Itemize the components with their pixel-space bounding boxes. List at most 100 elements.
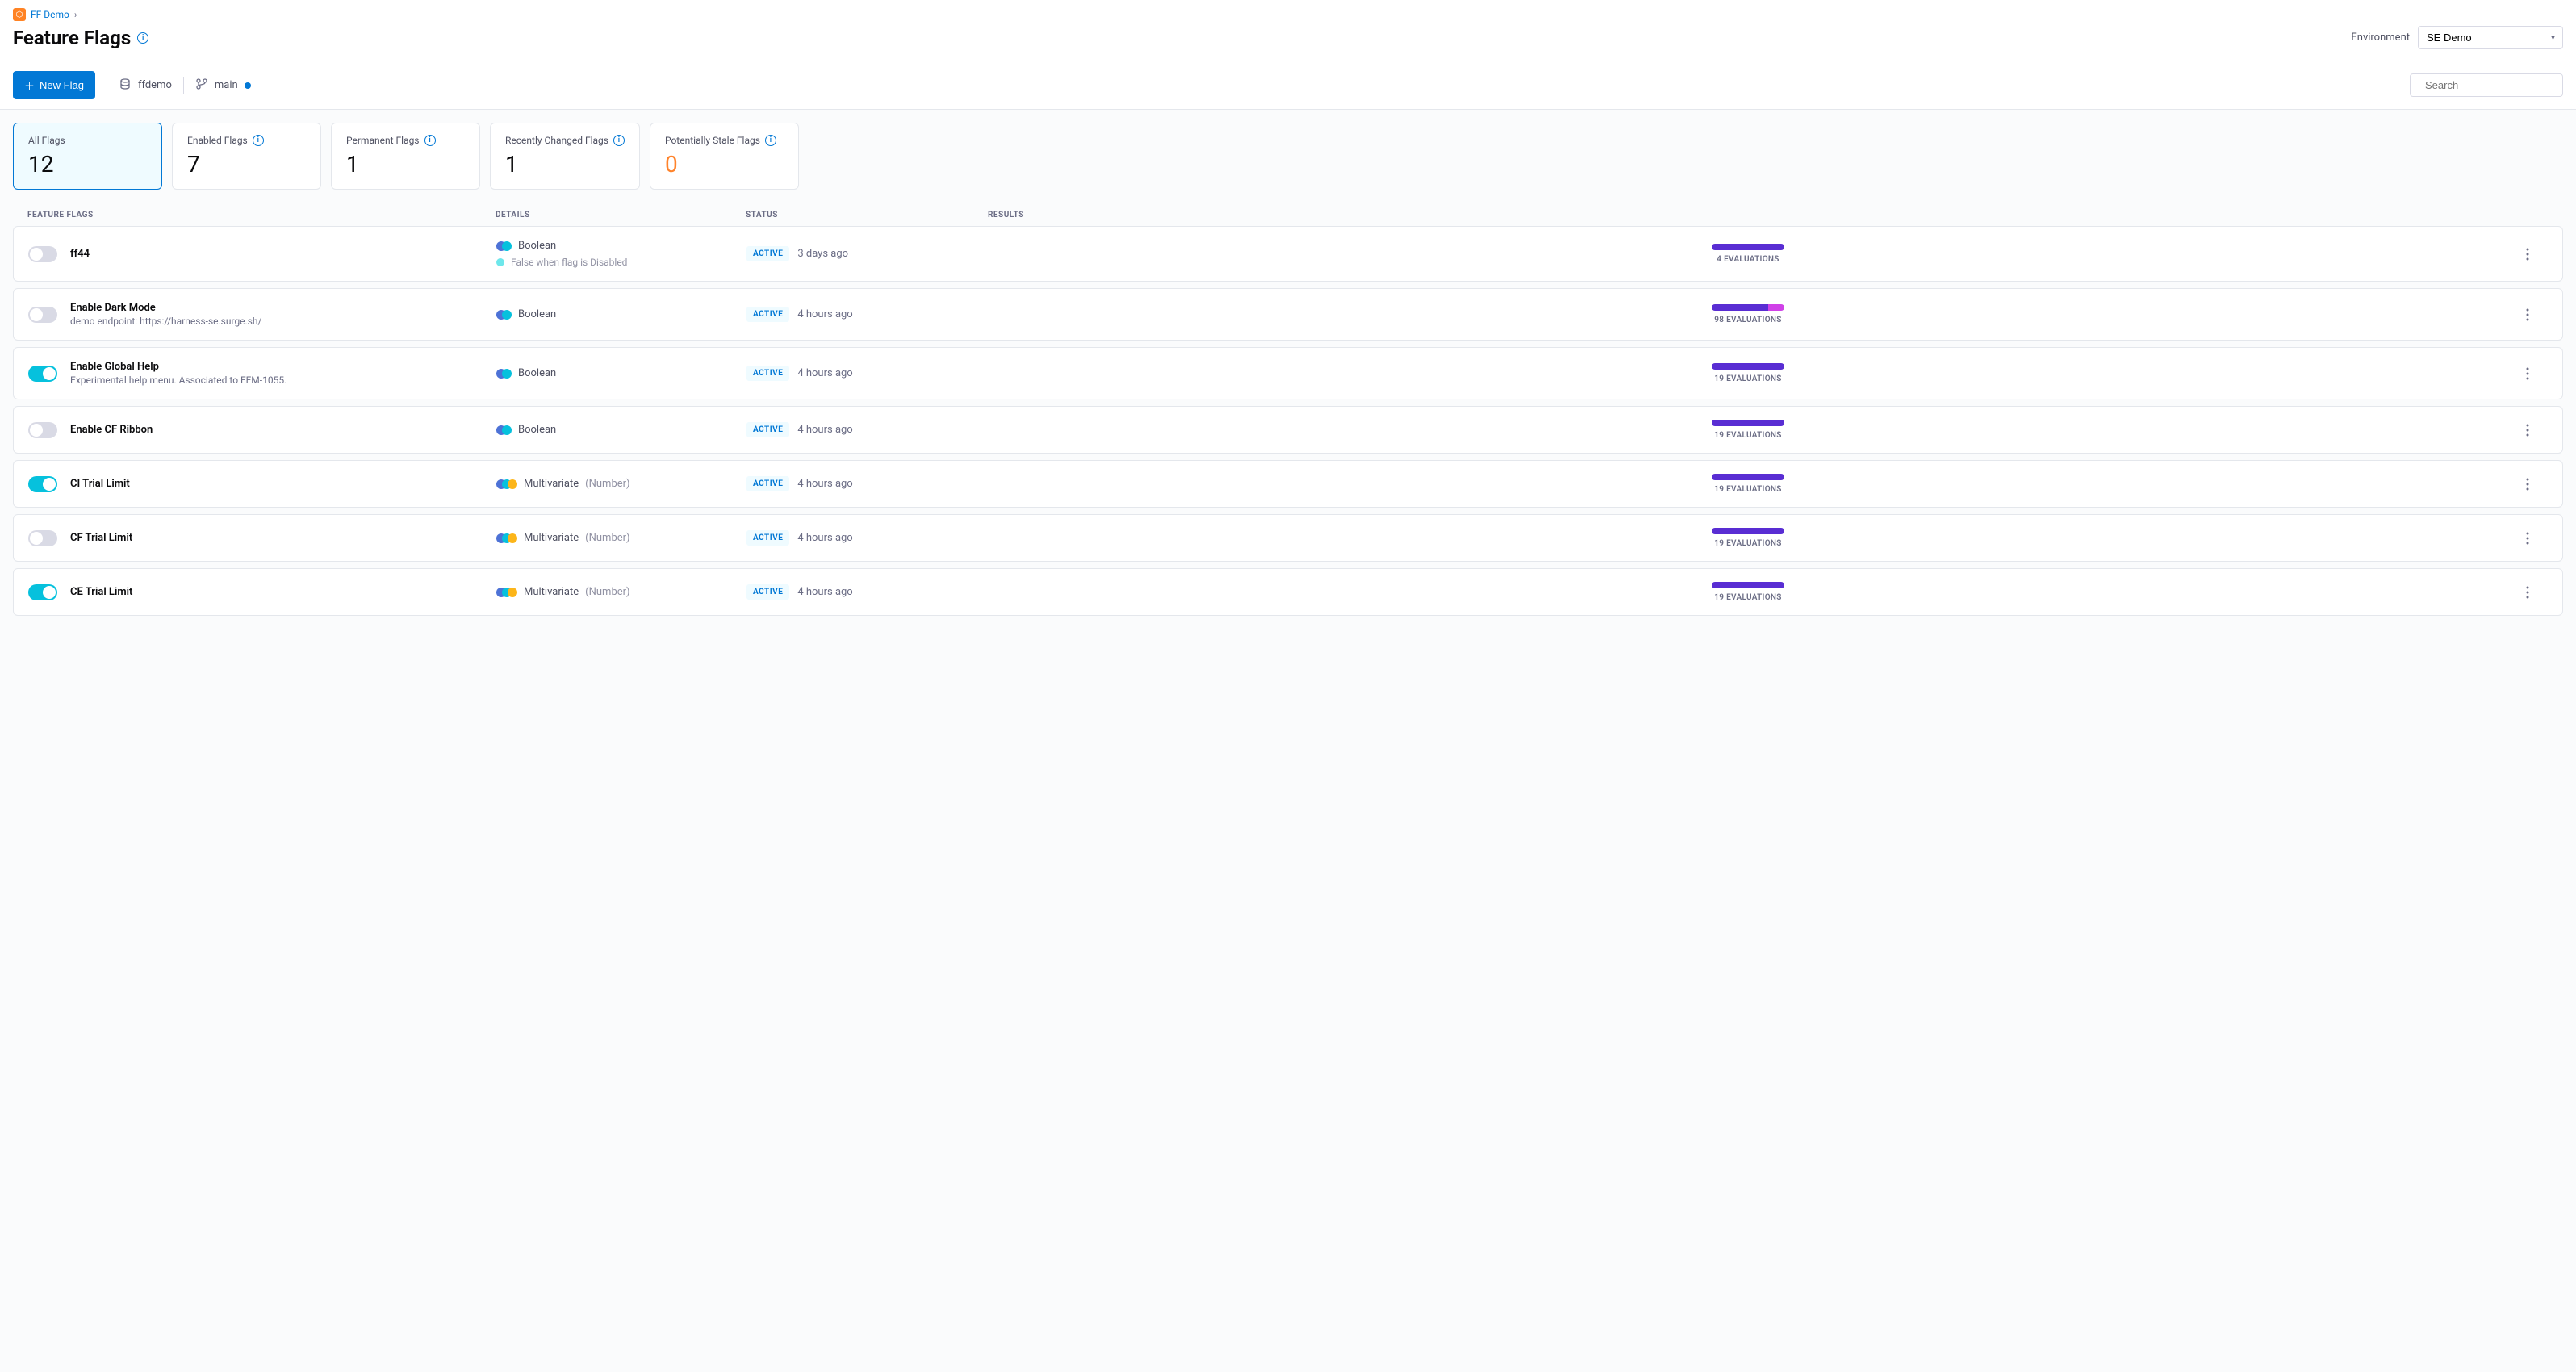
time-ago: 4 hours ago [797, 424, 852, 436]
search-input[interactable] [2425, 79, 2567, 91]
flag-type: Boolean [518, 424, 556, 436]
table-header: FEATURE FLAGS DETAILS STATUS RESULTS [13, 204, 2563, 226]
flag-row[interactable]: ff44BooleanFalse when flag is DisabledAC… [13, 226, 2563, 282]
flag-toggle[interactable] [28, 422, 57, 438]
status-dot-icon [245, 82, 251, 89]
new-flag-button[interactable]: ＋ New Flag [13, 71, 95, 99]
disabled-text: False when flag is Disabled [511, 257, 627, 268]
time-ago: 4 hours ago [797, 532, 852, 544]
multivariate-icon [496, 588, 517, 597]
results-bar [1712, 363, 1784, 370]
evaluations-count: 19 EVALUATIONS [1714, 593, 1781, 602]
more-options-button[interactable] [2523, 420, 2532, 440]
multivariate-icon [496, 479, 517, 489]
card-label: Recently Changed Flagsi [505, 135, 625, 146]
branch-name: main [215, 79, 238, 91]
branch-chip[interactable]: main [195, 77, 251, 94]
more-vertical-icon [2526, 586, 2529, 599]
status-badge: ACTIVE [746, 584, 789, 600]
info-icon[interactable]: i [765, 135, 776, 146]
more-vertical-icon [2526, 532, 2529, 545]
flag-toggle[interactable] [28, 584, 57, 600]
flag-toggle[interactable] [28, 530, 57, 546]
flag-row[interactable]: CE Trial LimitMultivariate (Number)ACTIV… [13, 568, 2563, 616]
flag-name: CE Trial Limit [70, 586, 132, 598]
disabled-value-dot-icon [496, 258, 504, 266]
flag-row[interactable]: CI Trial LimitMultivariate (Number)ACTIV… [13, 460, 2563, 508]
flag-toggle[interactable] [28, 246, 57, 262]
results-bar [1712, 582, 1784, 588]
info-icon[interactable]: i [424, 135, 436, 146]
card-value: 1 [505, 151, 625, 178]
card-label: All Flags [28, 135, 147, 146]
summary-cards: All Flags12Enabled Flagsi7Permanent Flag… [13, 123, 2563, 190]
summary-card[interactable]: Permanent Flagsi1 [331, 123, 480, 190]
boolean-icon [496, 241, 512, 251]
time-ago: 4 hours ago [797, 308, 852, 320]
evaluations-count: 4 EVALUATIONS [1717, 255, 1779, 264]
more-vertical-icon [2526, 424, 2529, 437]
more-options-button[interactable] [2523, 245, 2532, 264]
more-vertical-icon [2526, 478, 2529, 491]
summary-card[interactable]: Recently Changed Flagsi 1 [490, 123, 640, 190]
flag-type: Multivariate [524, 478, 579, 490]
environment-label: Environment [2351, 31, 2410, 44]
status-badge: ACTIVE [746, 530, 789, 546]
more-vertical-icon [2526, 367, 2529, 380]
project-name: ffdemo [138, 79, 172, 91]
flag-type: Boolean [518, 367, 556, 379]
status-badge: ACTIVE [746, 246, 789, 261]
flag-desc: demo endpoint: https://harness-se.surge.… [70, 316, 261, 327]
time-ago: 4 hours ago [797, 478, 852, 490]
results-bar [1712, 420, 1784, 426]
summary-card[interactable]: Potentially Stale Flagsi0 [650, 123, 799, 190]
breadcrumb-project-link[interactable]: FF Demo [31, 9, 69, 20]
more-options-button[interactable] [2523, 364, 2532, 383]
boolean-icon [496, 369, 512, 379]
col-header-results: RESULTS [988, 211, 2508, 220]
flag-name: CI Trial Limit [70, 478, 130, 490]
time-ago: 4 hours ago [797, 367, 852, 379]
info-icon[interactable]: i [253, 135, 264, 146]
results-bar [1712, 474, 1784, 480]
more-options-button[interactable] [2523, 305, 2532, 324]
card-value: 7 [187, 151, 306, 178]
multivariate-icon [496, 533, 517, 543]
search-box[interactable] [2410, 73, 2563, 97]
flag-row[interactable]: Enable Dark Modedemo endpoint: https://h… [13, 288, 2563, 341]
type-suffix: (Number) [585, 478, 629, 490]
status-badge: ACTIVE [746, 307, 789, 322]
flag-toggle[interactable] [28, 366, 57, 382]
summary-card[interactable]: All Flags12 [13, 123, 162, 190]
info-icon[interactable]: i [137, 32, 148, 44]
evaluations-count: 19 EVALUATIONS [1714, 485, 1781, 494]
info-icon[interactable]: i [613, 135, 625, 146]
flag-row[interactable]: Enable Global HelpExperimental help menu… [13, 347, 2563, 399]
summary-card[interactable]: Enabled Flagsi 7 [172, 123, 321, 190]
flag-row[interactable]: CF Trial LimitMultivariate (Number)ACTIV… [13, 514, 2563, 562]
new-flag-label: New Flag [40, 79, 84, 91]
project-chip[interactable]: ffdemo [119, 77, 172, 94]
flag-toggle[interactable] [28, 476, 57, 492]
more-options-button[interactable] [2523, 583, 2532, 602]
card-label: Potentially Stale Flagsi [665, 135, 784, 146]
page-title-text: Feature Flags [13, 27, 131, 49]
more-options-button[interactable] [2523, 529, 2532, 548]
evaluations-count: 19 EVALUATIONS [1714, 431, 1781, 440]
card-value: 1 [346, 151, 465, 178]
card-label: Enabled Flagsi [187, 135, 306, 146]
col-header-details: DETAILS [496, 211, 746, 220]
evaluations-count: 19 EVALUATIONS [1714, 374, 1781, 383]
flag-name: ff44 [70, 248, 90, 260]
flag-type: Boolean [518, 308, 556, 320]
plus-icon: ＋ [24, 77, 35, 93]
more-options-button[interactable] [2523, 475, 2532, 494]
environment-select[interactable]: SE Demo [2418, 26, 2563, 49]
flag-toggle[interactable] [28, 307, 57, 323]
time-ago: 3 days ago [797, 248, 848, 260]
more-vertical-icon [2526, 308, 2529, 321]
time-ago: 4 hours ago [797, 586, 852, 598]
results-bar [1712, 528, 1784, 534]
status-badge: ACTIVE [746, 366, 789, 381]
flag-row[interactable]: Enable CF RibbonBooleanACTIVE4 hours ago… [13, 406, 2563, 454]
